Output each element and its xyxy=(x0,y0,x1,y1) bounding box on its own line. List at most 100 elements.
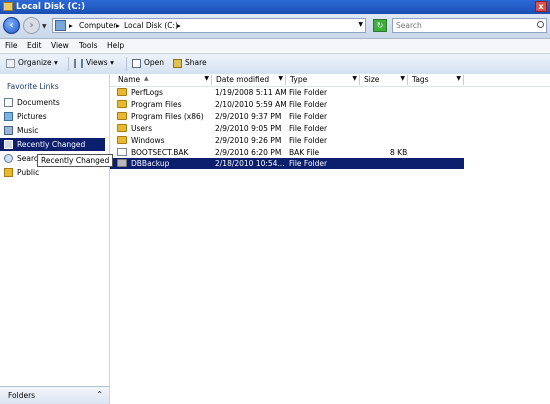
recent-pages-dropdown[interactable]: ▼ xyxy=(42,23,47,30)
file-row[interactable]: Windows 2/9/2010 9:26 PM File Folder xyxy=(110,135,464,146)
menu-tools[interactable]: Tools xyxy=(79,41,97,50)
column-dropdown-icon[interactable]: ▼ xyxy=(204,75,209,82)
file-row[interactable]: Program Files (x86) 2/9/2010 9:37 PM Fil… xyxy=(110,111,464,122)
column-headers: Name ▲ ▼ Date modified ▼ Type ▼ Size ▼ T… xyxy=(110,74,550,87)
file-date: 2/9/2010 9:05 PM xyxy=(215,124,282,133)
address-dropdown-icon[interactable]: ▼ xyxy=(358,21,363,28)
menu-bar: File Edit View Tools Help xyxy=(0,39,550,52)
file-icon xyxy=(117,148,127,156)
breadcrumb-separator[interactable]: ▸ xyxy=(69,21,73,30)
search-icon[interactable] xyxy=(537,21,544,28)
column-header-tags[interactable]: Tags ▼ xyxy=(408,75,464,85)
column-header-type[interactable]: Type ▼ xyxy=(286,75,360,85)
file-name: Users xyxy=(131,124,153,133)
chevron-up-icon[interactable]: ⌃ xyxy=(96,390,103,399)
column-header-label: Type xyxy=(290,75,308,84)
searches-icon xyxy=(4,154,13,163)
nav-item-label: Music xyxy=(17,126,39,135)
file-row[interactable]: Users 2/9/2010 9:05 PM File Folder xyxy=(110,123,464,134)
menu-file[interactable]: File xyxy=(5,41,18,50)
file-size: 8 KB xyxy=(390,148,408,157)
nav-item-music[interactable]: Music xyxy=(0,124,105,137)
file-row-selected[interactable]: DBBackup 2/18/2010 10:54... File Folder xyxy=(110,158,464,169)
column-header-name[interactable]: Name ▲ ▼ xyxy=(114,75,212,85)
back-button[interactable]: ‹ xyxy=(3,17,20,34)
file-name: PerfLogs xyxy=(131,88,163,97)
folders-toggle[interactable]: Folders ⌃ xyxy=(0,386,110,404)
nav-item-label: Pictures xyxy=(17,112,47,121)
breadcrumb-separator[interactable]: ▸ xyxy=(116,21,120,30)
column-dropdown-icon[interactable]: ▼ xyxy=(456,75,461,82)
file-type: File Folder xyxy=(289,124,328,133)
menu-help[interactable]: Help xyxy=(107,41,124,50)
file-type: BAK File xyxy=(289,148,320,157)
address-box[interactable]: ▸ Computer ▸ Local Disk (C:) ▸ ▼ xyxy=(52,18,366,33)
organize-icon xyxy=(6,58,15,68)
window-title: Local Disk (C:) xyxy=(16,2,85,12)
file-name: Program Files (x86) xyxy=(131,112,204,121)
share-label: Share xyxy=(185,58,207,67)
nav-item-pictures[interactable]: Pictures xyxy=(0,110,105,123)
file-list: Name ▲ ▼ Date modified ▼ Type ▼ Size ▼ T… xyxy=(110,74,550,404)
file-type: File Folder xyxy=(289,88,328,97)
public-icon xyxy=(4,168,13,177)
file-date: 2/10/2010 5:59 AM xyxy=(215,100,287,109)
file-name: Windows xyxy=(131,136,165,145)
open-label: Open xyxy=(144,58,165,67)
refresh-button[interactable]: ↻ xyxy=(373,19,387,32)
search-input[interactable] xyxy=(392,18,547,33)
folder-icon xyxy=(117,112,127,120)
column-dropdown-icon[interactable]: ▼ xyxy=(278,75,283,82)
column-header-date[interactable]: Date modified ▼ xyxy=(212,75,286,85)
music-icon xyxy=(4,126,13,135)
close-button[interactable]: x xyxy=(535,1,547,12)
file-row[interactable]: BOOTSECT.BAK 2/9/2010 6:20 PM BAK File 8… xyxy=(110,147,464,158)
documents-icon xyxy=(4,98,13,107)
favorite-links-heading: Favorite Links xyxy=(7,82,59,91)
open-icon xyxy=(132,58,141,68)
organize-button[interactable]: Organize ▾ xyxy=(6,58,58,68)
views-icon xyxy=(74,58,83,68)
folder-icon xyxy=(117,159,127,167)
nav-item-label: Public xyxy=(17,168,40,177)
file-row[interactable]: PerfLogs 1/19/2008 5:11 AM File Folder xyxy=(110,87,464,98)
breadcrumb-separator[interactable]: ▸ xyxy=(177,21,181,30)
computer-icon xyxy=(55,20,66,31)
address-bar-area: ‹ › ▼ ▸ Computer ▸ Local Disk (C:) ▸ ▼ ↻ xyxy=(0,14,550,39)
nav-item-recently-changed[interactable]: Recently Changed xyxy=(0,138,105,151)
sort-up-icon: ▲ xyxy=(144,75,149,82)
file-type: File Folder xyxy=(289,159,328,168)
title-bar: Local Disk (C:) x xyxy=(0,0,550,14)
menu-view[interactable]: View xyxy=(51,41,69,50)
forward-button[interactable]: › xyxy=(23,17,40,34)
folder-icon xyxy=(117,124,127,132)
folder-icon xyxy=(117,136,127,144)
organize-label: Organize xyxy=(18,58,52,67)
file-date: 2/9/2010 9:26 PM xyxy=(215,136,282,145)
nav-item-public[interactable]: Public xyxy=(0,166,105,179)
breadcrumb-computer[interactable]: Computer xyxy=(79,21,116,30)
share-button[interactable]: Share xyxy=(173,58,207,68)
column-header-size[interactable]: Size ▼ xyxy=(360,75,408,85)
file-name: DBBackup xyxy=(131,159,170,168)
open-button[interactable]: Open xyxy=(132,58,164,68)
toolbar-divider xyxy=(126,57,127,71)
file-row[interactable]: Program Files 2/10/2010 5:59 AM File Fol… xyxy=(110,99,464,110)
file-date: 1/19/2008 5:11 AM xyxy=(215,88,287,97)
column-dropdown-icon[interactable]: ▼ xyxy=(352,75,357,82)
menu-edit[interactable]: Edit xyxy=(27,41,42,50)
column-dropdown-icon[interactable]: ▼ xyxy=(400,75,405,82)
file-type: File Folder xyxy=(289,136,328,145)
nav-item-documents[interactable]: Documents xyxy=(0,96,105,109)
command-bar: Organize ▾ Views ▾ Open Share xyxy=(0,53,550,75)
column-header-label: Date modified xyxy=(216,75,270,84)
column-header-label: Tags xyxy=(412,75,429,84)
breadcrumb-local-disk[interactable]: Local Disk (C:) xyxy=(124,21,178,30)
file-date: 2/18/2010 10:54... xyxy=(215,159,285,168)
views-button[interactable]: Views ▾ xyxy=(74,58,114,68)
column-header-label: Size xyxy=(364,75,380,84)
tooltip: Recently Changed xyxy=(37,154,114,167)
file-date: 2/9/2010 6:20 PM xyxy=(215,148,282,157)
nav-item-label: Recently Changed xyxy=(17,140,86,149)
file-name: Program Files xyxy=(131,100,182,109)
